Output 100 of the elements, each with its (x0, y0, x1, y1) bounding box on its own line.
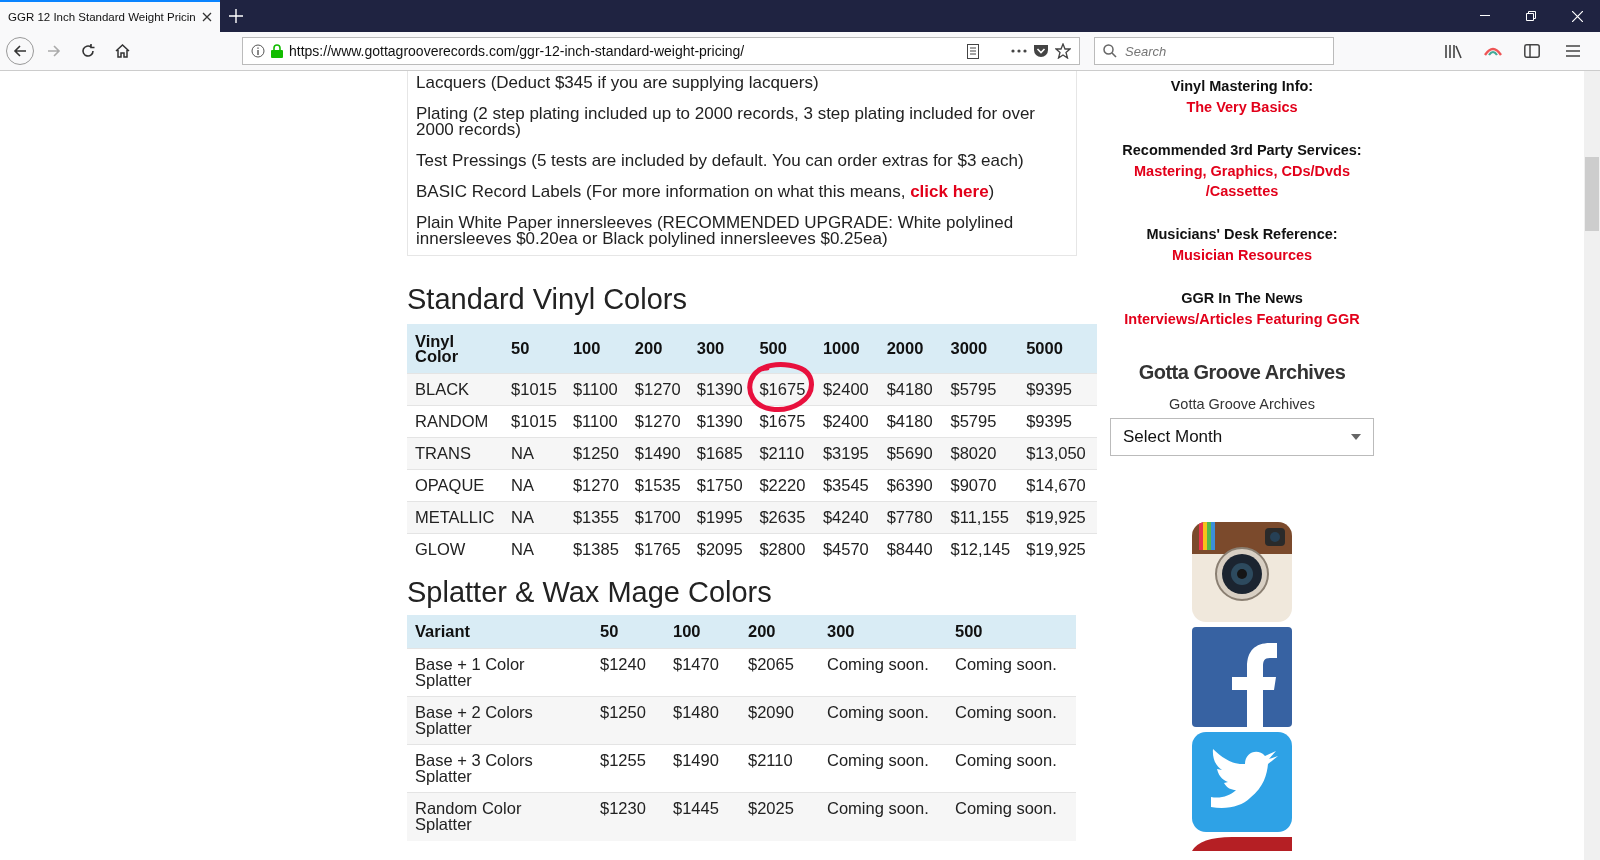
month-select[interactable]: Select Month (1110, 418, 1374, 456)
table-cell: $1685 (688, 437, 752, 470)
table-cell: $1445 (665, 792, 740, 841)
column-header: Variant (407, 615, 592, 649)
table-cell: $1250 (564, 437, 627, 470)
column-header: 200 (740, 615, 819, 649)
include-item: Lacquers (Deduct $345 if you are supplying lacquers) (416, 75, 820, 91)
table-cell: TRANS (407, 437, 504, 470)
table-cell: $4240 (814, 501, 879, 534)
column-header: 100 (665, 615, 740, 649)
table-cell: $2110 (751, 437, 815, 470)
table-cell: $19,925 (1018, 501, 1097, 534)
table-cell: $1995 (688, 501, 752, 534)
close-icon[interactable] (202, 12, 212, 22)
column-header: 500 (947, 615, 1076, 649)
table-cell: $8020 (942, 437, 1019, 470)
table-cell: Random Color Splatter (407, 792, 592, 841)
minimize-icon[interactable] (1480, 15, 1490, 17)
column-header: 100 (564, 324, 627, 374)
more-icon[interactable] (1011, 49, 1027, 53)
library-icon[interactable] (1445, 43, 1462, 59)
table-cell: $1250 (592, 696, 665, 745)
pocket-icon[interactable] (1033, 44, 1049, 58)
caret-icon (1351, 434, 1361, 440)
bird-icon[interactable] (1192, 732, 1292, 832)
sidebar-link[interactable]: Mastering, Graphics, CDs/Dvds /Cassettes (1117, 161, 1367, 201)
table-cell: Coming soon. (947, 792, 1076, 841)
table-cell: $1230 (592, 792, 665, 841)
sidebar-heading: Musicians' Desk Reference: (1146, 225, 1338, 244)
column-header: 50 (503, 324, 565, 374)
search-field[interactable]: Search (1094, 37, 1334, 65)
social-icon[interactable] (1192, 837, 1292, 851)
table-cell: $5690 (878, 437, 943, 470)
column-header: 300 (819, 615, 947, 649)
table-cell: $5795 (942, 373, 1019, 406)
table-cell: $1390 (688, 373, 752, 406)
table-cell: $4180 (878, 373, 943, 406)
table-cell: GLOW (407, 533, 504, 565)
column-header: 1000 (814, 324, 879, 374)
table-cell: $1765 (626, 533, 689, 565)
table-cell: $2635 (751, 501, 815, 534)
table-cell: BLACK (407, 373, 504, 406)
table-cell: $1355 (564, 501, 627, 534)
include-item: BASIC Record Labels (For more information on what this means, click here) (416, 184, 996, 200)
section-heading: Splatter & Wax Mage Colors (407, 575, 773, 609)
table-cell: $2095 (688, 533, 752, 565)
column-header: 5000 (1018, 324, 1097, 374)
include-item: Test Pressings (5 tests are included by default. You can order extras for $3 each) (416, 153, 1025, 169)
sidebar-icon[interactable] (1524, 44, 1540, 58)
home-icon[interactable] (114, 44, 130, 58)
table-cell: $1480 (665, 696, 740, 745)
reader-icon[interactable] (967, 43, 979, 59)
sync-icon[interactable] (1484, 46, 1502, 56)
table-cell: $4570 (814, 533, 879, 565)
back-icon[interactable] (6, 37, 34, 65)
scrollbar[interactable] (1584, 71, 1600, 860)
table-cell: $1385 (564, 533, 627, 565)
click-here-link[interactable]: click here (910, 182, 989, 201)
column-header: 200 (626, 324, 689, 374)
table-cell: Coming soon. (819, 696, 947, 745)
column-header: 500 (751, 324, 815, 374)
table-cell: $1700 (626, 501, 689, 534)
browser-tab[interactable]: GGR 12 Inch Standard Weight Pricin (0, 0, 220, 32)
table-cell: $2025 (740, 792, 819, 841)
column-header: 3000 (942, 324, 1019, 374)
archives-title: Gotta Groove Archives (1138, 361, 1346, 384)
table-cell: NA (503, 501, 565, 534)
column-header: 300 (688, 324, 752, 374)
table-cell: $11,155 (942, 501, 1019, 534)
sidebar-link[interactable]: Musician Resources (1146, 245, 1338, 265)
restore-icon[interactable] (1526, 11, 1536, 21)
table-cell: $19,925 (1018, 533, 1097, 565)
column-header: Vinyl Color (407, 324, 504, 374)
include-item: Plating (2 step plating included up to 2000 records, 3 step plating included for over 2000 records) (416, 106, 1036, 138)
table-cell: $1490 (626, 437, 689, 470)
table-cell: $2400 (814, 373, 879, 406)
sidebar-heading: Recommended 3rd Party Services: (1121, 141, 1363, 160)
search-icon (1103, 44, 1117, 58)
plus-icon[interactable] (229, 9, 243, 23)
facebook-icon[interactable] (1192, 627, 1292, 727)
info-icon[interactable] (251, 44, 265, 58)
sidebar-link[interactable]: The Very Basics (1170, 97, 1314, 117)
menu-icon[interactable] (1566, 45, 1580, 57)
address-bar[interactable]: https://www.gottagrooverecords.com/ggr-12-inch-standard-weight-pricing/ (242, 37, 1080, 65)
section-heading: Standard Vinyl Colors (407, 282, 688, 316)
column-header: 2000 (878, 324, 943, 374)
sidebar-heading: GGR In The News (1180, 289, 1304, 308)
sidebar-link[interactable]: Interviews/Articles Featuring GGR (1124, 309, 1360, 329)
reload-icon[interactable] (81, 44, 95, 58)
sidebar-heading: Vinyl Mastering Info: (1170, 77, 1314, 96)
table-cell: NA (503, 437, 565, 470)
table-cell: $12,145 (942, 533, 1019, 565)
table-cell: $7780 (878, 501, 943, 534)
table-cell: $1100 (564, 373, 627, 406)
camera-icon[interactable] (1192, 522, 1292, 622)
archives-label: Gotta Groove Archives (1169, 396, 1315, 412)
star-icon[interactable] (1055, 43, 1071, 59)
table-cell: Base + 2 Colors Splatter (407, 696, 592, 745)
lock-icon (271, 44, 283, 58)
table-cell: NA (503, 533, 565, 565)
